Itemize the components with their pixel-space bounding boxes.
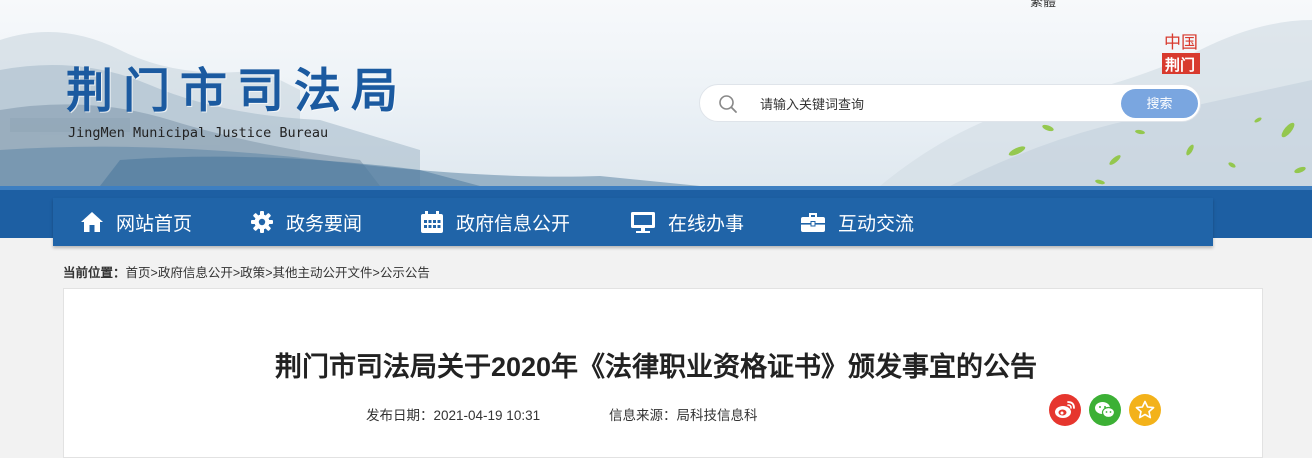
breadcrumb-item-home[interactable]: 首页	[126, 266, 151, 280]
breadcrumb-item-other-files[interactable]: 其他主动公开文件	[273, 266, 373, 280]
search-button[interactable]: 搜索	[1121, 89, 1198, 118]
site-subtitle: JingMen Municipal Justice Bureau	[68, 125, 329, 141]
info-source-label: 信息来源：	[609, 408, 677, 423]
nav-item-label: 政务要闻	[286, 213, 363, 235]
publish-date-value: 2021-04-19 10:31	[433, 408, 541, 423]
breadcrumb-item-notices[interactable]: 公示公告	[380, 266, 430, 280]
article-title: 荆门市司法局关于2020年《法律职业资格证书》颁发事宜的公告	[274, 352, 1038, 382]
gear-icon	[251, 211, 273, 233]
breadcrumb-separator: >	[265, 266, 273, 280]
breadcrumb-item-policy[interactable]: 政策	[240, 266, 265, 280]
site-title: 荆门市司法局	[66, 64, 408, 119]
nav-item-news[interactable]: 政务要闻	[250, 198, 362, 246]
monitor-icon	[631, 212, 655, 233]
nav-item-label: 互动交流	[838, 213, 915, 235]
nav-item-home[interactable]: 网站首页	[80, 198, 192, 246]
breadcrumb-lead: 当前位置：	[63, 266, 126, 280]
wechat-icon	[1095, 402, 1116, 419]
info-source: 信息来源：局科技信息科	[609, 404, 758, 424]
search-input[interactable]	[758, 93, 1112, 115]
china-jingmen-logo: 中国 荆门	[1162, 33, 1200, 74]
nav-item-online-service[interactable]: 在线办事	[630, 198, 744, 246]
search-icon	[719, 95, 737, 113]
info-source-value: 局科技信息科	[676, 408, 758, 423]
breadcrumb-separator: >	[150, 266, 158, 280]
nav-item-interaction[interactable]: 互动交流	[800, 198, 914, 246]
search-box: 搜索	[699, 84, 1201, 122]
logo-text-top: 中国	[1164, 33, 1198, 53]
nav-item-label: 政府信息公开	[456, 213, 571, 235]
header-banner: 繁體 荆门市司法局 JingMen Municipal Justice Bure…	[0, 0, 1312, 186]
nav-item-label: 网站首页	[116, 213, 193, 235]
breadcrumb-separator: >	[372, 266, 380, 280]
favorite-button[interactable]	[1129, 394, 1161, 426]
language-toggle-link[interactable]: 繁體	[1030, 0, 1056, 10]
share-wechat-button[interactable]	[1089, 394, 1121, 426]
weibo-icon	[1055, 401, 1075, 418]
briefcase-icon	[801, 213, 825, 232]
share-weibo-button[interactable]	[1049, 394, 1081, 426]
breadcrumb-item-gov-info[interactable]: 政府信息公开	[158, 266, 233, 280]
home-icon	[81, 212, 103, 232]
nav-item-label: 在线办事	[668, 213, 745, 235]
calendar-icon	[421, 211, 443, 233]
publish-date: 发布日期：2021-04-19 10:31	[366, 404, 540, 424]
favorite-star-icon	[1135, 400, 1155, 419]
breadcrumb: 当前位置：首页>政府信息公开>政策>其他主动公开文件>公示公告	[63, 262, 430, 281]
logo-text-bottom: 荆门	[1165, 56, 1195, 74]
nav-item-gov-info[interactable]: 政府信息公开	[420, 198, 570, 246]
main-nav: 网站首页 政务要闻 政府信息公开 在线办事 互动交流	[53, 198, 1213, 246]
publish-date-label: 发布日期：	[366, 408, 434, 423]
